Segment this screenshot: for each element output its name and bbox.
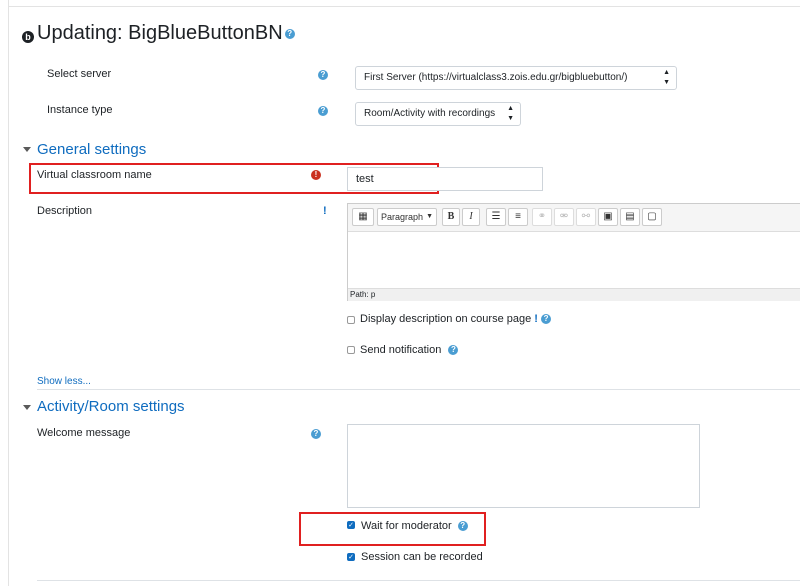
collapse-caret-icon[interactable] (23, 147, 31, 152)
page-border-top (8, 6, 800, 7)
general-settings-heading[interactable]: General settings (37, 141, 146, 158)
wait-for-moderator-checkbox[interactable]: ✓ (347, 521, 355, 529)
virtual-classroom-name-input[interactable]: test (347, 167, 543, 191)
dropdown-arrows-icon: ▲ ▼ (663, 69, 670, 86)
page-title-text: Updating: BigBlueButtonBN (37, 22, 283, 44)
select-server-dropdown[interactable]: First Server (https://virtualclass3.zois… (355, 66, 677, 90)
instance-type-label: Instance type (47, 104, 113, 116)
wait-for-moderator-help-icon[interactable]: ? (457, 521, 468, 532)
image-icon[interactable]: ▣ (598, 208, 618, 226)
chevron-down-icon: ▼ (426, 213, 433, 220)
section-divider (37, 389, 800, 390)
display-description-help-icon[interactable]: ? (541, 314, 552, 325)
send-notification-help-icon[interactable]: ? (448, 345, 459, 356)
instance-type-help-icon[interactable]: ? (318, 106, 328, 116)
virtual-classroom-name-label: Virtual classroom name (37, 169, 152, 181)
instance-type-dropdown[interactable]: Room/Activity with recordings ▲ ▼ (355, 102, 521, 126)
title-help-icon[interactable]: ? (284, 28, 295, 39)
select-server-help-icon[interactable]: ? (318, 70, 328, 80)
bigbluebutton-module-icon: b (22, 31, 34, 43)
display-description-info-marker[interactable]: ! (534, 313, 538, 325)
description-info-marker[interactable]: ! (323, 205, 327, 217)
send-notification-checkbox[interactable] (347, 346, 355, 354)
display-description-text: Display description on course page (360, 313, 532, 325)
italic-button[interactable]: I (462, 208, 480, 226)
page-border-left (8, 0, 9, 586)
unlink-icon[interactable]: ⚮ (554, 208, 574, 226)
description-label: Description (37, 205, 93, 217)
welcome-message-textarea[interactable] (347, 424, 700, 508)
activity-room-settings-heading[interactable]: Activity/Room settings (37, 398, 185, 415)
display-description-label: Display description on course page ! ? (360, 313, 552, 325)
send-notification-text: Send notification (360, 344, 442, 356)
virtual-classroom-name-value: test (356, 173, 374, 185)
paragraph-format-label: Paragraph (381, 212, 424, 222)
bold-button[interactable]: B (442, 208, 460, 226)
session-recorded-label: Session can be recorded (361, 551, 483, 563)
page-title: Updating: BigBlueButtonBN? (37, 22, 295, 45)
wait-for-moderator-text: Wait for moderator (361, 520, 452, 532)
link-icon[interactable]: ⚭ (532, 208, 552, 226)
editor-toolbar: ▦ Paragraph ▼ B I ☰ ≡ ⚭ ⚮ ⚯ ▣ ▤ ▢ (348, 204, 800, 232)
section-divider (37, 580, 800, 581)
ordered-list-icon[interactable]: ≡ (508, 208, 528, 226)
paragraph-format-select[interactable]: Paragraph ▼ (377, 208, 437, 226)
required-icon: ! (311, 170, 321, 180)
show-less-link[interactable]: Show less... (37, 376, 91, 387)
session-recorded-checkbox[interactable]: ✓ (347, 553, 355, 561)
instance-type-value: Room/Activity with recordings (364, 108, 496, 119)
media-icon[interactable]: ▤ (620, 208, 640, 226)
dropdown-arrows-icon: ▲ ▼ (507, 105, 514, 122)
collapse-caret-icon[interactable] (23, 405, 31, 410)
welcome-message-help-icon[interactable]: ? (311, 429, 321, 439)
display-description-checkbox[interactable] (347, 316, 355, 324)
send-notification-label: Send notification ? (360, 344, 459, 356)
wait-for-moderator-label: Wait for moderator ? (361, 520, 468, 532)
manage-files-icon[interactable]: ▢ (642, 208, 662, 226)
select-server-label: Select server (47, 68, 112, 80)
description-editor[interactable]: ▦ Paragraph ▼ B I ☰ ≡ ⚭ ⚮ ⚯ ▣ ▤ ▢ Path: p (347, 203, 800, 301)
editor-status-path: Path: p (348, 288, 800, 301)
welcome-message-label: Welcome message (37, 427, 131, 439)
select-server-value: First Server (https://virtualclass3.zois… (364, 72, 628, 83)
anchor-icon[interactable]: ⚯ (576, 208, 596, 226)
unordered-list-icon[interactable]: ☰ (486, 208, 506, 226)
toolbar-toggle-icon[interactable]: ▦ (352, 208, 374, 226)
